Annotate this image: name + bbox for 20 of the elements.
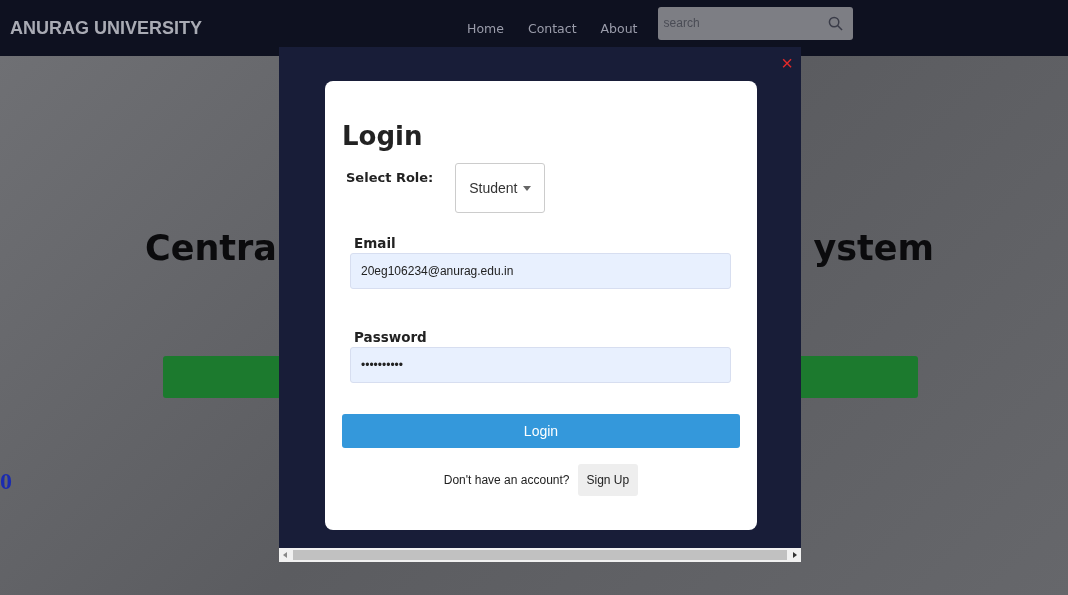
field-label: Password [353,329,428,345]
nav-link[interactable]: Contact [515,20,589,36]
input-field[interactable]: 20eg106234@anurag.edu.in [350,253,731,289]
scrollbar[interactable] [279,548,801,562]
signup-button[interactable]: Sign Up [577,464,639,496]
close-button[interactable]: × [781,53,793,73]
nav-link[interactable]: About [588,20,650,36]
field-label: Email [353,235,397,251]
input-field[interactable]: •••••••••• [350,347,731,383]
signup-prompt: Don't have an account? [443,473,570,487]
search-icon[interactable] [827,15,843,31]
nav-link[interactable]: Home [455,20,516,36]
role-label: Select Role: [346,170,434,185]
caret-icon [523,185,532,191]
hero-heading: ystem [813,228,934,268]
hero-heading: Centra [145,228,277,268]
brand-name: ANURAG UNIVERSITY [10,17,203,39]
role-dropdown[interactable]: Student [455,163,546,213]
stray-text: 0 [0,468,12,495]
login-title: Login [342,121,424,151]
